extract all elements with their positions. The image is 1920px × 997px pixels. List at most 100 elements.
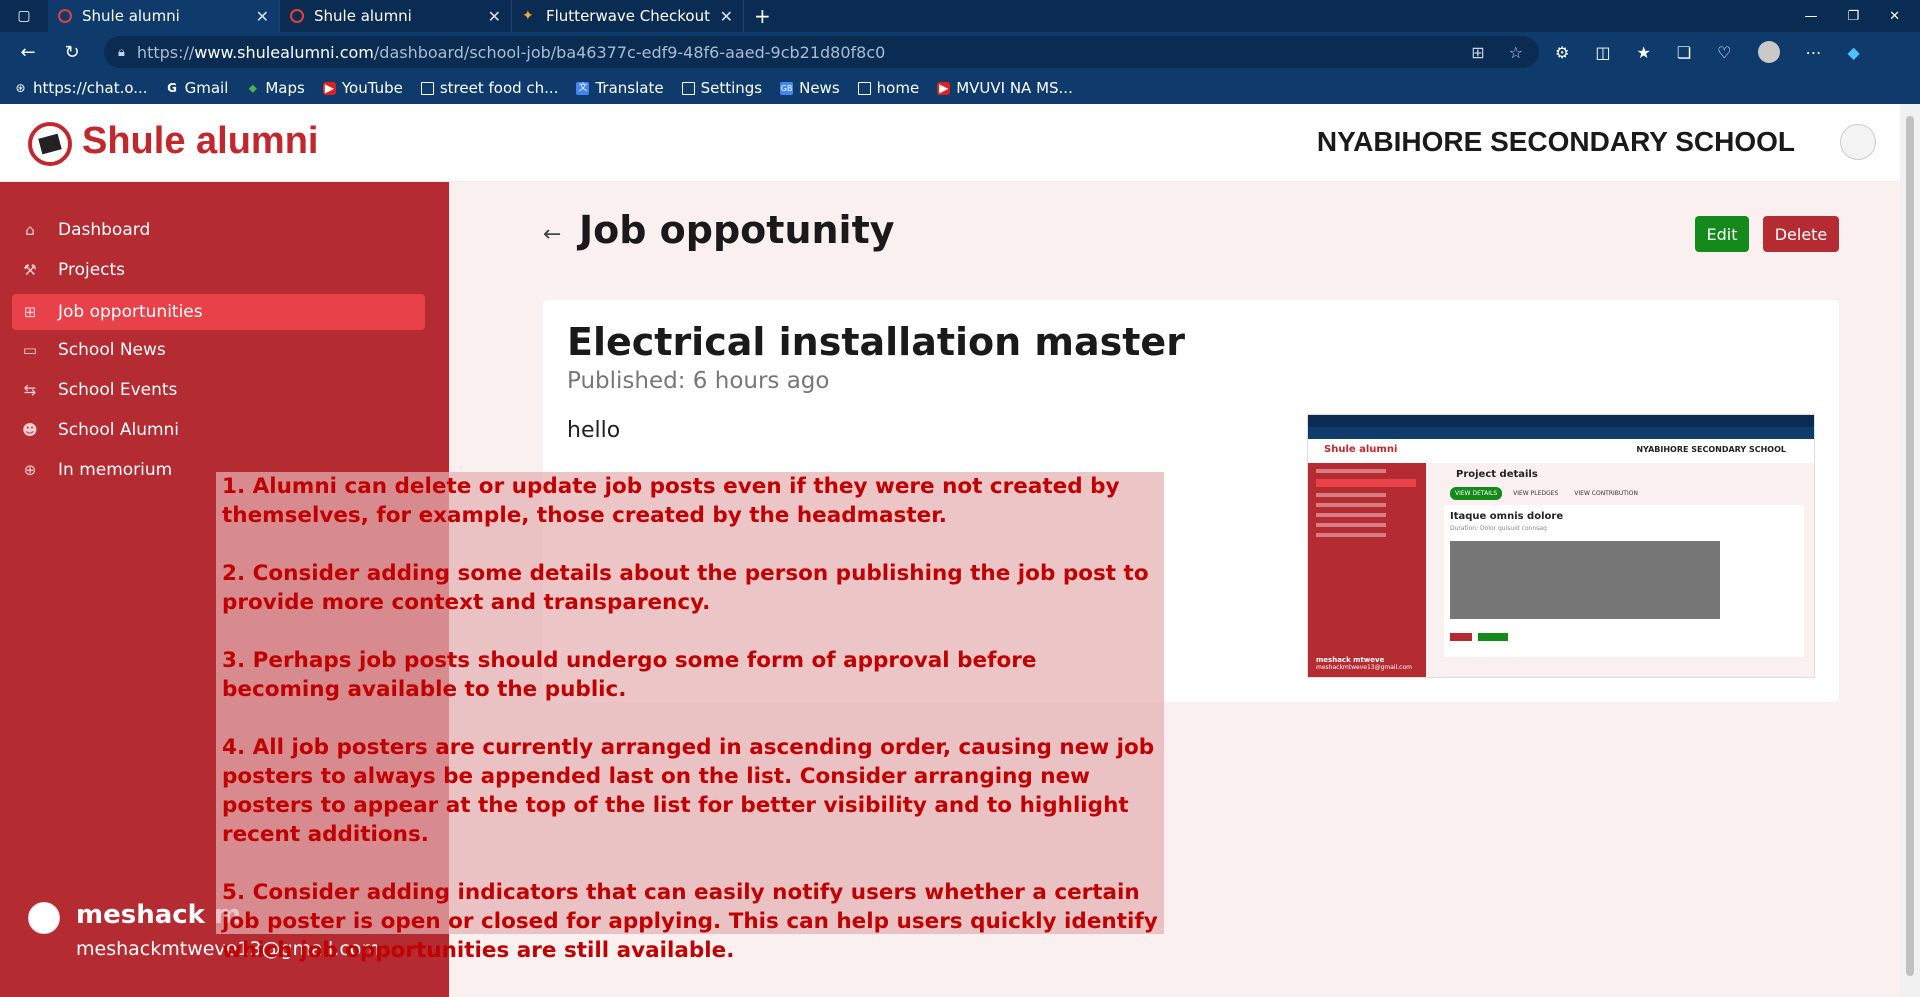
- bookmark-youtube[interactable]: ▶ YouTube: [322, 79, 403, 97]
- more-menu-icon[interactable]: ⋯: [1806, 43, 1822, 62]
- tab-shule-alumni-2[interactable]: Shule alumni ✕: [280, 0, 512, 32]
- openai-icon: ⊛: [15, 80, 26, 95]
- bookmark-label: Maps: [265, 79, 305, 97]
- app-header: Shule alumni NYABIHORE SECONDARY SCHOOL: [0, 104, 1900, 182]
- hammer-icon: ⚒: [23, 261, 37, 279]
- poster-btn: [1478, 633, 1508, 641]
- tab-shule-alumni-1[interactable]: Shule alumni ✕: [48, 0, 280, 32]
- flutterwave-favicon-icon: ✦: [522, 8, 534, 24]
- bookmark-translate[interactable]: 文 Translate: [576, 79, 664, 97]
- maps-icon: ⬥: [248, 80, 258, 95]
- bookmark-label: street food ch...: [439, 79, 559, 97]
- bookmark-gmail[interactable]: G Gmail: [166, 79, 229, 97]
- poster-card-title: Itaque omnis dolore: [1450, 511, 1564, 522]
- sitemap-icon: ⊞: [23, 303, 37, 321]
- events-icon: ⇆: [23, 381, 37, 399]
- bookmark-news[interactable]: GB News: [780, 79, 840, 97]
- poster-side-item: [1316, 513, 1386, 517]
- shule-favicon-icon: [290, 9, 304, 23]
- current-user[interactable]: [28, 902, 76, 934]
- bookmark-chatgpt[interactable]: ⊛ https://chat.o...: [14, 79, 147, 97]
- user-avatar[interactable]: [28, 902, 60, 934]
- bookmark-mvuvi[interactable]: ▶ MVUVI NA MS...: [937, 79, 1073, 97]
- workspaces-icon[interactable]: ▢: [0, 0, 48, 32]
- minimize-icon[interactable]: —: [1804, 9, 1817, 24]
- monitor-icon: ▭: [22, 341, 38, 359]
- copilot-icon[interactable]: ◆: [1848, 43, 1860, 62]
- google-icon: G: [167, 80, 178, 95]
- poster-btn: [1450, 633, 1472, 641]
- profile-avatar[interactable]: [1757, 41, 1780, 63]
- poster-user: meshack mtweve meshackmtweve13@gmail.com: [1316, 656, 1412, 671]
- app-available-icon[interactable]: ⊞: [1471, 43, 1484, 62]
- delete-button[interactable]: Delete: [1763, 216, 1839, 252]
- close-tab-icon[interactable]: ✕: [256, 7, 269, 26]
- sidebar-item-label: School News: [58, 340, 166, 360]
- poster-tabs: VIEW DETAILS VIEW PLEDGES VIEW CONTRIBUT…: [1450, 487, 1643, 500]
- bookmark-settings[interactable]: Settings: [681, 79, 763, 97]
- sidebar-item-label: In memorium: [58, 460, 173, 480]
- scrollbar-thumb[interactable]: [1906, 116, 1914, 976]
- poster-sidebar: meshack mtweve meshackmtweve13@gmail.com: [1308, 463, 1426, 677]
- refresh-icon[interactable]: ↻: [54, 42, 90, 63]
- close-tab-icon[interactable]: ✕: [720, 7, 733, 26]
- brand-name[interactable]: Shule alumni: [82, 120, 318, 163]
- url-bar[interactable]: 🔒︎ https:// www.shulealumni.com /dashboa…: [104, 36, 1539, 68]
- tab-title: Flutterwave Checkout: [546, 7, 710, 25]
- sidebar-item-label: School Events: [58, 380, 178, 400]
- collections-icon[interactable]: ❏: [1677, 43, 1691, 62]
- plus-circle-icon: ⊕: [23, 461, 37, 479]
- bookmark-label: Gmail: [184, 79, 229, 97]
- feedback-note: 3. Perhaps job posts should undergo some…: [222, 648, 1037, 702]
- published-time: Published: 6 hours ago: [567, 368, 830, 394]
- feedback-note: 5. Consider adding indicators that can e…: [222, 880, 1158, 963]
- performance-icon[interactable]: ♡: [1717, 43, 1731, 62]
- school-avatar[interactable]: [1840, 124, 1876, 160]
- page-icon: [681, 81, 695, 95]
- browser-actions: ⚙ ◫ ★ ❏ ♡ ⋯ ◆: [1555, 32, 1860, 72]
- sidebar-item-school-events[interactable]: ⇆ School Events: [12, 372, 425, 408]
- sidebar-item-school-news[interactable]: ▭ School News: [12, 332, 425, 368]
- extensions-icon[interactable]: ⚙: [1555, 43, 1569, 62]
- page-icon: [857, 81, 871, 95]
- edit-button[interactable]: Edit: [1695, 216, 1749, 252]
- back-arrow-icon[interactable]: ←: [543, 222, 561, 247]
- sidebar-item-projects[interactable]: ⚒ Projects: [12, 252, 425, 288]
- url-path: /dashboard/school-job/ba46377c-edf9-48f6…: [373, 42, 886, 62]
- bookmark-street-food[interactable]: street food ch...: [420, 79, 559, 97]
- close-window-icon[interactable]: ✕: [1889, 9, 1900, 24]
- tab-title: Shule alumni: [314, 7, 412, 25]
- new-tab-icon[interactable]: +: [754, 4, 771, 28]
- sidebar-item-dashboard[interactable]: ⌂ Dashboard: [12, 212, 425, 248]
- page-scrollbar[interactable]: [1900, 104, 1920, 997]
- bookmarks-bar: ⊛ https://chat.o... G Gmail ⬥ Maps ▶ YouTube…: [0, 72, 1920, 104]
- sidebar-item-school-alumni[interactable]: ☻ School Alumni: [12, 412, 425, 448]
- bookmark-label: MVUVI NA MS...: [956, 79, 1073, 97]
- bookmark-label: News: [799, 79, 840, 97]
- bookmark-maps[interactable]: ⬥ Maps: [246, 79, 305, 97]
- poster-tab: VIEW PLEDGES: [1513, 490, 1559, 497]
- restore-icon[interactable]: ❐: [1847, 9, 1859, 24]
- youtube-icon: ▶: [322, 80, 336, 95]
- feedback-notes-overlay: 1. Alumni can delete or update job posts…: [216, 472, 1164, 963]
- favorites-icon[interactable]: ★: [1636, 43, 1650, 62]
- job-poster-image[interactable]: Shule alumni NYABIHORE SECONDARY SCHOOL …: [1307, 414, 1815, 678]
- sidebar-item-job-opportunities[interactable]: ⊞ Job opportunities: [12, 294, 425, 330]
- poster-school: NYABIHORE SECONDARY SCHOOL: [1636, 445, 1786, 454]
- poster-tab: VIEW DETAILS: [1450, 487, 1503, 500]
- bookmark-label: Settings: [700, 79, 763, 97]
- tab-flutterwave[interactable]: ✦ Flutterwave Checkout ✕: [512, 0, 744, 32]
- split-screen-icon[interactable]: ◫: [1595, 43, 1610, 62]
- feedback-note: 2. Consider adding some details about th…: [222, 561, 1149, 615]
- shule-logo-icon[interactable]: [28, 122, 72, 166]
- youtube-icon: ▶: [937, 80, 951, 95]
- poster-card: Itaque omnis dolore Duration: Dolor quis…: [1444, 505, 1804, 657]
- close-tab-icon[interactable]: ✕: [488, 7, 501, 26]
- bookmark-home[interactable]: home: [857, 79, 919, 97]
- back-icon[interactable]: ←: [10, 42, 46, 63]
- poster-tab: VIEW CONTRIBUTION: [1574, 490, 1638, 497]
- favorite-star-icon[interactable]: ☆: [1509, 43, 1523, 62]
- page-title: Job oppotunity: [579, 208, 895, 252]
- browser-tab-bar: ▢ Shule alumni ✕ Shule alumni ✕ ✦ Flutte…: [0, 0, 1920, 32]
- poster-header: Shule alumni NYABIHORE SECONDARY SCHOOL: [1308, 439, 1814, 463]
